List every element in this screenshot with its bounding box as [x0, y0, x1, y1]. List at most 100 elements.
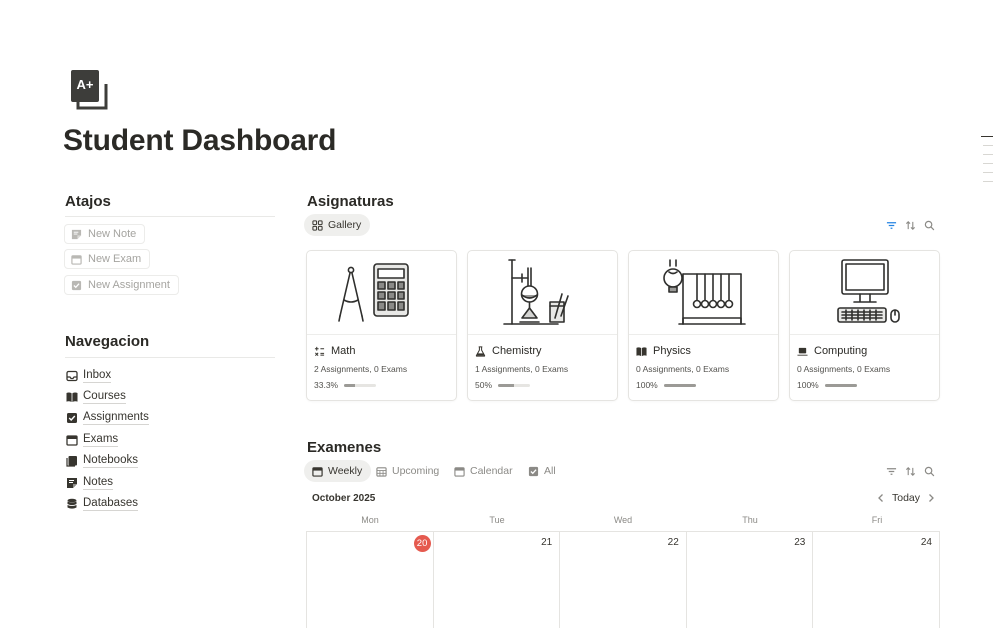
- new-assignment-button[interactable]: New Assignment: [64, 275, 179, 295]
- desktop-computer-illustration: [790, 251, 939, 335]
- nav-label-inbox: Inbox: [83, 368, 112, 383]
- shortcuts-divider: [65, 216, 275, 217]
- tab-all-label: All: [544, 465, 556, 477]
- subject-name: Computing: [814, 345, 868, 357]
- subject-card-physics[interactable]: Physics 0 Assignments, 0 Exams 100%: [628, 250, 779, 401]
- weekday-header: Thu: [742, 515, 758, 525]
- tab-gallery[interactable]: Gallery: [304, 214, 371, 236]
- toc-line[interactable]: [981, 136, 993, 137]
- tab-weekly-label: Weekly: [328, 465, 363, 477]
- chevron-left-icon[interactable]: [876, 493, 886, 503]
- nav-item-assignments[interactable]: Assignments: [66, 408, 149, 429]
- lab-flask-illustration: [468, 251, 617, 335]
- subject-progress: 50%: [468, 378, 617, 390]
- progress-fill: [824, 383, 857, 387]
- toc-line[interactable]: [983, 172, 993, 173]
- toc-line[interactable]: [983, 145, 993, 146]
- math-operators-icon: [314, 346, 325, 356]
- nav-label-notes: Notes: [83, 475, 114, 490]
- progress-label: 50%: [475, 380, 493, 390]
- calendar-icon: [71, 254, 82, 265]
- subject-name-row: Chemistry: [468, 335, 617, 361]
- page-icon: A+: [70, 70, 110, 112]
- exams-toolbar: [886, 466, 935, 477]
- date-number: 21: [541, 537, 553, 548]
- exams-heading: Examenes: [307, 439, 382, 456]
- nav-item-notes[interactable]: Notes: [66, 472, 149, 493]
- new-assignment-label: New Assignment: [88, 279, 170, 291]
- toc-line[interactable]: [983, 181, 993, 182]
- checkbox-icon: [67, 413, 77, 424]
- progress-label: 100%: [797, 380, 819, 390]
- subject-name-row: Physics: [629, 335, 778, 361]
- calendar-day-cell[interactable]: 23: [687, 532, 814, 628]
- compass-calculator-illustration: [307, 251, 456, 335]
- calendar-grid-icon: [376, 466, 387, 477]
- tab-upcoming[interactable]: Upcoming: [368, 460, 448, 482]
- database-icon: [67, 498, 77, 509]
- subject-summary: 0 Assignments, 0 Exams: [636, 364, 730, 374]
- toc-line[interactable]: [983, 154, 993, 155]
- newtons-cradle-illustration: [629, 251, 778, 335]
- progress-fill: [663, 383, 696, 387]
- inbox-icon: [66, 370, 78, 381]
- new-note-button[interactable]: New Note: [64, 224, 146, 244]
- progress-bar: [663, 383, 696, 387]
- nav-label-courses: Courses: [83, 390, 126, 405]
- search-icon[interactable]: [924, 220, 935, 231]
- subject-card-chemistry[interactable]: Chemistry 1 Assignments, 0 Exams 50%: [467, 250, 618, 401]
- subject-progress: 100%: [790, 378, 939, 390]
- table-of-contents[interactable]: [981, 136, 993, 190]
- tab-weekly[interactable]: Weekly: [304, 460, 372, 482]
- filter-icon[interactable]: [886, 466, 897, 477]
- nav-label-exams: Exams: [83, 432, 119, 447]
- subject-name-row: Computing: [790, 335, 939, 361]
- new-exam-label: New Exam: [88, 253, 142, 265]
- calendar-icon: [454, 466, 465, 477]
- progress-bar: [498, 383, 531, 387]
- flask-icon: [475, 345, 486, 357]
- calendar-day-cell[interactable]: 24: [813, 532, 940, 628]
- subject-name: Math: [331, 345, 356, 357]
- chevron-right-icon[interactable]: [926, 493, 936, 503]
- progress-bar: [824, 383, 857, 387]
- new-exam-button[interactable]: New Exam: [64, 249, 151, 269]
- nav-item-inbox[interactable]: Inbox: [66, 365, 149, 386]
- nav-item-notebooks[interactable]: Notebooks: [66, 451, 149, 472]
- page-title: Student Dashboard: [63, 124, 337, 157]
- toc-line[interactable]: [983, 163, 993, 164]
- date-number: 23: [794, 537, 806, 548]
- today-button[interactable]: Today: [892, 492, 920, 504]
- today-date-badge: 20: [413, 535, 431, 552]
- tab-all[interactable]: All: [520, 460, 565, 482]
- date-number: 24: [920, 537, 932, 548]
- weekly-calendar-grid: 20 21 22 23 24: [306, 531, 940, 628]
- weekday-header: Wed: [613, 515, 633, 525]
- nav-item-databases[interactable]: Databases: [66, 493, 149, 514]
- sort-icon[interactable]: [905, 220, 916, 231]
- subject-summary: 2 Assignments, 0 Exams: [314, 364, 408, 374]
- progress-label: 33.3%: [314, 380, 339, 390]
- tab-calendar[interactable]: Calendar: [446, 460, 522, 482]
- calendar-day-cell[interactable]: 22: [560, 532, 687, 628]
- navigation-list: Inbox Courses Assignments Exams Notebook…: [66, 365, 149, 515]
- filter-icon[interactable]: [886, 220, 897, 231]
- calendar-month: October 2025: [312, 493, 376, 504]
- search-icon[interactable]: [924, 466, 935, 477]
- subject-name: Chemistry: [492, 345, 542, 357]
- date-number: 22: [667, 537, 679, 548]
- subject-card-math[interactable]: Math 2 Assignments, 0 Exams 33.3%: [306, 250, 457, 401]
- nav-label-databases: Databases: [83, 497, 138, 512]
- calendar-day-cell[interactable]: 20: [307, 532, 434, 628]
- calendar-day-cell[interactable]: 21: [434, 532, 561, 628]
- subject-card-computing[interactable]: Computing 0 Assignments, 0 Exams 100%: [789, 250, 940, 401]
- calendar-icon: [312, 466, 323, 477]
- notebooks-icon: [66, 456, 77, 467]
- progress-fill: [498, 383, 515, 387]
- nav-item-exams[interactable]: Exams: [66, 429, 149, 450]
- progress-fill: [344, 383, 355, 387]
- sort-icon[interactable]: [905, 466, 916, 477]
- tab-gallery-label: Gallery: [328, 219, 362, 231]
- nav-item-courses[interactable]: Courses: [66, 386, 149, 407]
- navigation-divider: [65, 357, 275, 358]
